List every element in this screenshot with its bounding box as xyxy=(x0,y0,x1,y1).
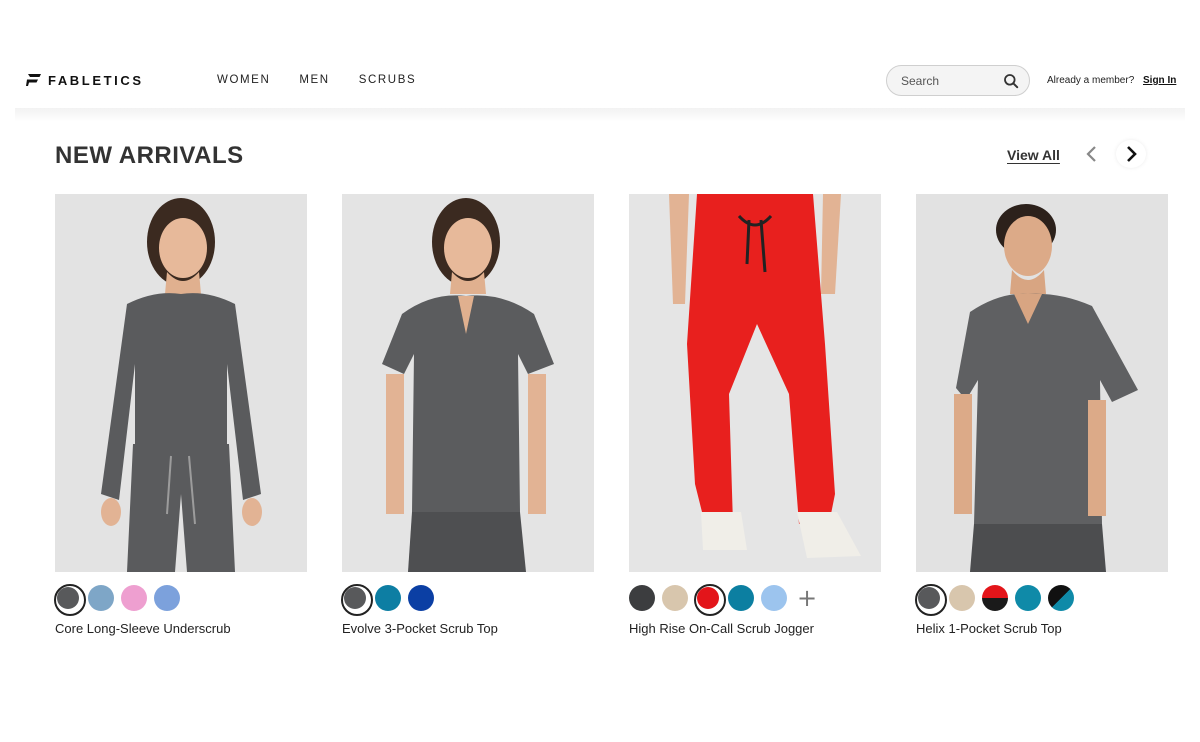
product-card[interactable]: Helix 1-Pocket Scrub Top xyxy=(915,194,1168,636)
color-swatch[interactable] xyxy=(629,585,655,611)
color-swatch[interactable] xyxy=(121,585,147,611)
product-name[interactable]: Core Long-Sleeve Underscrub xyxy=(55,621,231,636)
model-jogger-illustration xyxy=(669,194,861,558)
color-swatch[interactable] xyxy=(728,585,754,611)
color-swatch[interactable] xyxy=(982,585,1008,611)
carousel-next-button[interactable] xyxy=(1116,140,1146,168)
nav-scrubs[interactable]: SCRUBS xyxy=(359,74,417,86)
model-longsleeve-illustration xyxy=(101,198,262,572)
color-swatches: + xyxy=(629,584,820,616)
color-swatch[interactable] xyxy=(408,585,434,611)
color-swatch[interactable] xyxy=(761,585,787,611)
search-box[interactable] xyxy=(886,65,1030,96)
color-swatch[interactable] xyxy=(341,584,373,616)
color-swatch[interactable] xyxy=(88,585,114,611)
color-swatch[interactable] xyxy=(694,584,726,616)
main-nav: WOMEN MEN SCRUBS xyxy=(217,74,416,86)
product-name[interactable]: High Rise On-Call Scrub Jogger xyxy=(629,621,814,636)
color-swatch[interactable] xyxy=(154,585,180,611)
color-swatches xyxy=(54,584,180,616)
sign-in-link[interactable]: Sign In xyxy=(1143,75,1176,86)
product-image[interactable] xyxy=(342,194,594,572)
nav-women[interactable]: WOMEN xyxy=(217,74,270,86)
color-swatch[interactable] xyxy=(949,585,975,611)
brand-logo[interactable]: FABLETICS xyxy=(26,72,144,88)
carousel-prev-button[interactable] xyxy=(1077,140,1107,168)
color-swatch[interactable] xyxy=(915,584,947,616)
header-divider xyxy=(15,108,1185,122)
model-helix-illustration xyxy=(954,204,1138,572)
chevron-left-icon xyxy=(1086,146,1096,162)
color-swatch[interactable] xyxy=(54,584,86,616)
product-name[interactable]: Evolve 3-Pocket Scrub Top xyxy=(342,621,498,636)
color-swatches xyxy=(341,584,434,616)
search-input[interactable] xyxy=(901,73,1003,88)
product-card[interactable]: Evolve 3-Pocket Scrub Top xyxy=(341,194,594,636)
member-prompt: Already a member? xyxy=(1047,75,1135,86)
product-card[interactable]: Core Long-Sleeve Underscrub xyxy=(54,194,307,636)
brand-name: FABLETICS xyxy=(48,72,144,88)
color-swatch[interactable] xyxy=(1015,585,1041,611)
product-card[interactable]: + High Rise On-Call Scrub Jogger xyxy=(629,194,881,636)
nav-men[interactable]: MEN xyxy=(299,74,329,86)
product-name[interactable]: Helix 1-Pocket Scrub Top xyxy=(916,621,1062,636)
search-icon[interactable] xyxy=(1003,73,1019,89)
color-swatches xyxy=(915,584,1074,616)
color-swatch[interactable] xyxy=(375,585,401,611)
product-image[interactable] xyxy=(629,194,881,572)
product-image[interactable] xyxy=(55,194,307,572)
section-title: NEW ARRIVALS xyxy=(55,142,244,169)
chevron-right-icon xyxy=(1127,146,1137,162)
fabletics-logo-icon xyxy=(26,74,41,86)
color-swatch[interactable] xyxy=(1048,585,1074,611)
product-image[interactable] xyxy=(916,194,1168,572)
site-header: FABLETICS WOMEN MEN SCRUBS Already a mem… xyxy=(0,0,1200,112)
view-all-link[interactable]: View All xyxy=(1007,147,1060,163)
color-swatch[interactable] xyxy=(662,585,688,611)
more-colors-icon[interactable]: + xyxy=(794,585,820,611)
model-scrubtop-illustration xyxy=(382,198,554,572)
